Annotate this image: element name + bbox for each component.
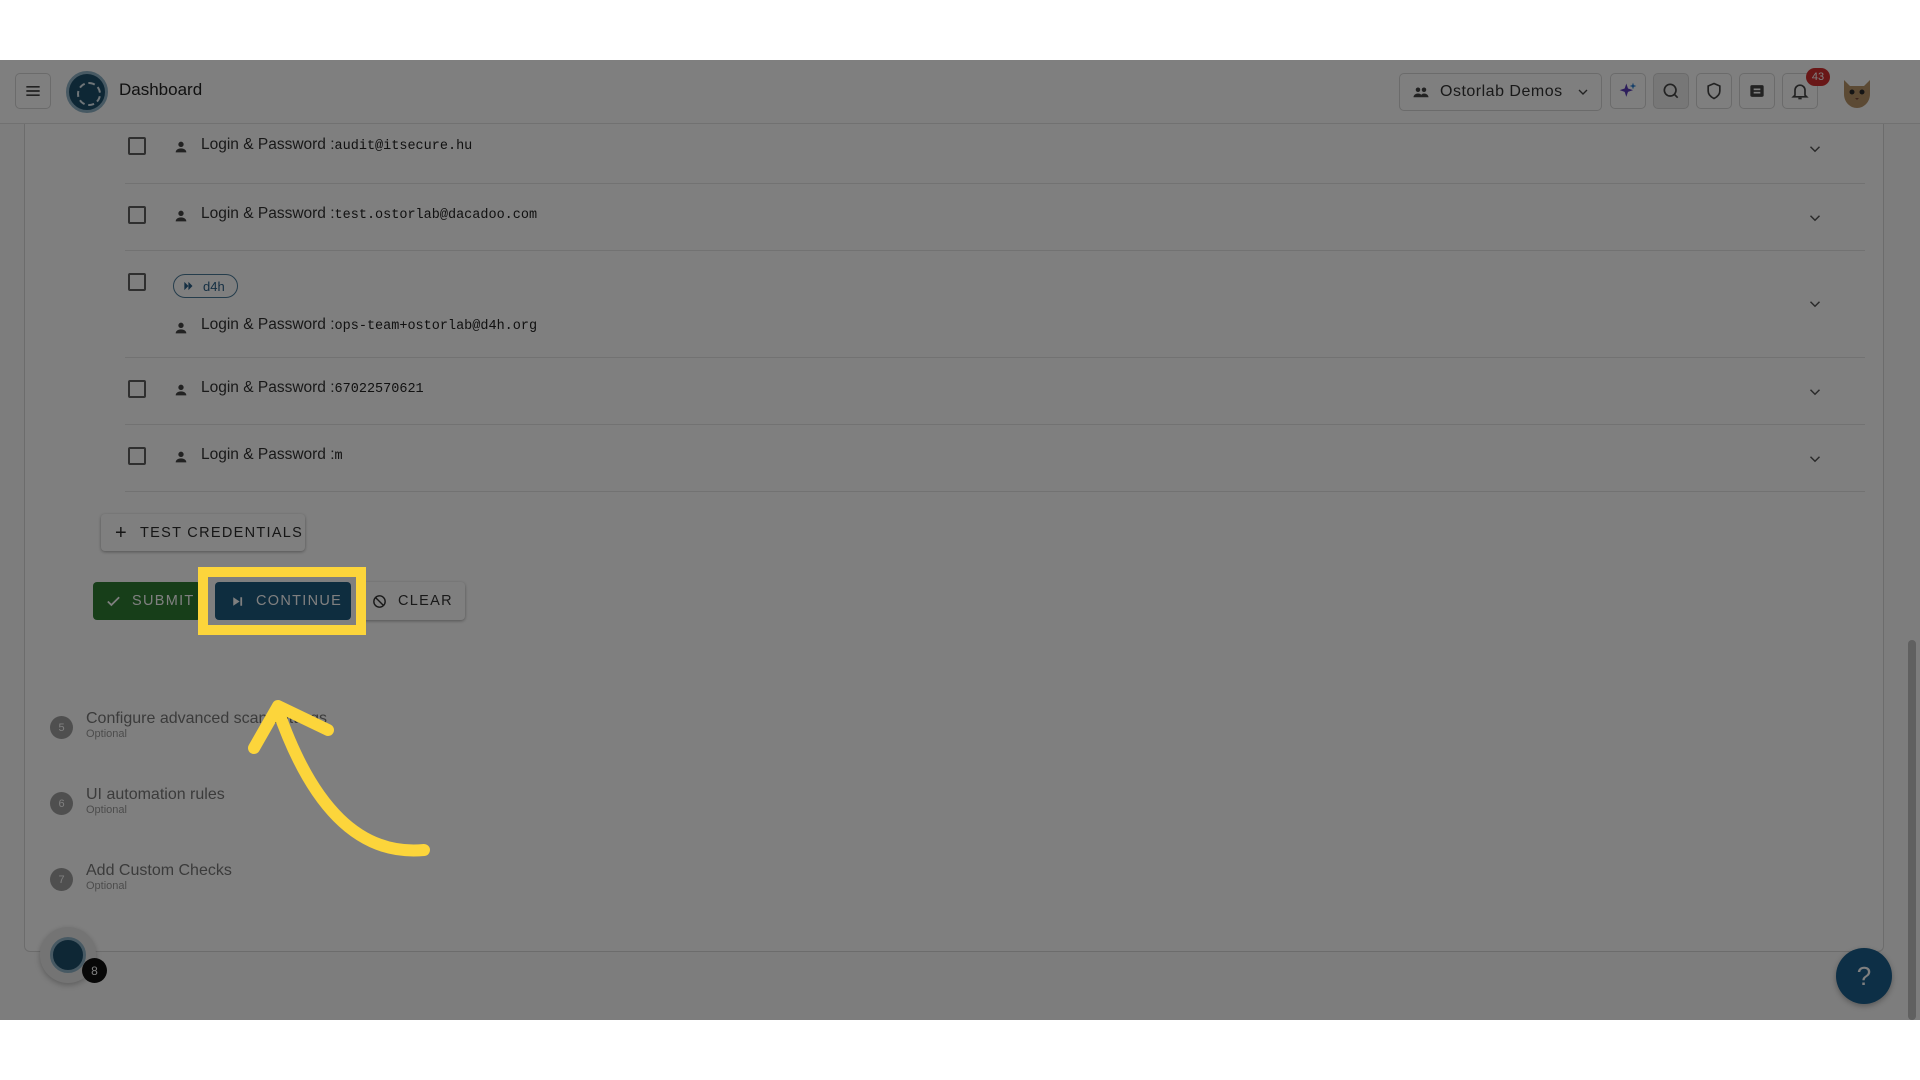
credential-value: 67022570621 <box>334 382 424 397</box>
step-title: UI automation rules <box>86 786 225 803</box>
ostorlab-logo[interactable] <box>66 71 108 113</box>
credential-value: m <box>334 449 343 464</box>
expand-chevron-icon[interactable] <box>1806 383 1824 401</box>
expand-chevron-icon[interactable] <box>1806 140 1824 158</box>
credential-checkbox[interactable] <box>128 273 146 291</box>
credential-value: audit@itsecure.hu <box>334 139 473 154</box>
tutorial-arrow-icon <box>248 700 430 857</box>
help-button[interactable]: ? <box>1836 948 1892 1004</box>
shield-icon <box>1707 82 1721 100</box>
team-icon <box>1413 87 1429 98</box>
person-icon <box>175 384 187 396</box>
expand-chevron-icon[interactable] <box>1806 295 1824 313</box>
clear-button[interactable]: CLEAR <box>361 582 465 620</box>
ai-sparkle-icon <box>1619 82 1637 97</box>
credential-row: Login & Password :audit@itsecure.hu <box>125 122 1865 184</box>
ticket-icon <box>1750 85 1764 97</box>
expand-chevron-icon[interactable] <box>1806 209 1824 227</box>
plus-icon: + <box>115 521 128 544</box>
credential-label: Login & Password :audit@itsecure.hu <box>201 136 473 154</box>
bell-icon <box>1791 84 1809 100</box>
credential-row: Login & Password :test.ostorlab@dacadoo.… <box>125 184 1865 251</box>
scan-button[interactable] <box>1653 73 1689 109</box>
organization-select[interactable]: Ostorlab Demos <box>1399 73 1602 111</box>
menu-icon <box>26 86 40 96</box>
scrollbar[interactable] <box>1908 640 1916 1020</box>
app-window: Dashboard Ostorlab Demos 43 Login & Pass… <box>0 60 1920 1020</box>
tickets-button[interactable] <box>1739 73 1775 109</box>
person-icon <box>175 322 187 334</box>
credential-value: test.ostorlab@dacadoo.com <box>334 208 538 223</box>
credential-tag: d4h <box>203 278 225 294</box>
step-subtitle: Optional <box>86 804 127 816</box>
credential-tag-chip: d4h <box>173 274 238 298</box>
step-number: 7 <box>50 868 73 891</box>
chevron-down-icon <box>1578 89 1588 95</box>
add-test-credentials-button[interactable]: + TEST CREDENTIALS <box>101 514 305 551</box>
step-number: 6 <box>50 792 73 815</box>
credential-checkbox[interactable] <box>128 137 146 155</box>
credential-label: Login & Password :test.ostorlab@dacadoo.… <box>201 205 538 223</box>
step-title: Add Custom Checks <box>86 862 232 879</box>
tag-arrow-icon <box>184 281 193 291</box>
security-button[interactable] <box>1696 73 1732 109</box>
ostorlab-logo <box>50 937 86 973</box>
credential-checkbox[interactable] <box>128 380 146 398</box>
block-icon <box>373 594 386 608</box>
person-icon <box>175 141 187 153</box>
page-title: Dashboard <box>119 80 203 99</box>
step-number: 5 <box>50 716 73 739</box>
credential-label: Login & Password :ops-team+ostorlab@d4h.… <box>201 316 538 334</box>
credential-checkbox[interactable] <box>128 447 146 465</box>
submit-button[interactable]: SUBMIT <box>93 582 201 620</box>
tutorial-highlight-box <box>198 567 366 635</box>
person-icon <box>175 451 187 463</box>
top-app-bar: Dashboard Ostorlab Demos 43 <box>0 60 1920 124</box>
widget-count-badge: 8 <box>82 958 107 983</box>
scan-icon <box>1663 83 1679 99</box>
ai-assistant-button[interactable] <box>1610 73 1646 109</box>
credential-row: Login & Password :67022570621 <box>125 358 1865 425</box>
credential-label: Login & Password :67022570621 <box>201 379 424 397</box>
credential-label: Login & Password :m <box>201 446 343 464</box>
notification-badge: 43 <box>1806 68 1830 86</box>
step-subtitle: Optional <box>86 728 127 740</box>
check-icon <box>107 596 120 606</box>
menu-button[interactable] <box>15 73 51 109</box>
user-avatar[interactable] <box>1840 74 1874 110</box>
organization-name: Ostorlab Demos <box>1440 83 1563 100</box>
credential-checkbox[interactable] <box>128 206 146 224</box>
step-subtitle: Optional <box>86 880 127 892</box>
credential-row: d4h Login & Password :ops-team+ostorlab@… <box>125 251 1865 358</box>
credential-row: Login & Password :m <box>125 425 1865 492</box>
expand-chevron-icon[interactable] <box>1806 450 1824 468</box>
credential-value: ops-team+ostorlab@d4h.org <box>334 319 538 334</box>
person-icon <box>175 210 187 222</box>
